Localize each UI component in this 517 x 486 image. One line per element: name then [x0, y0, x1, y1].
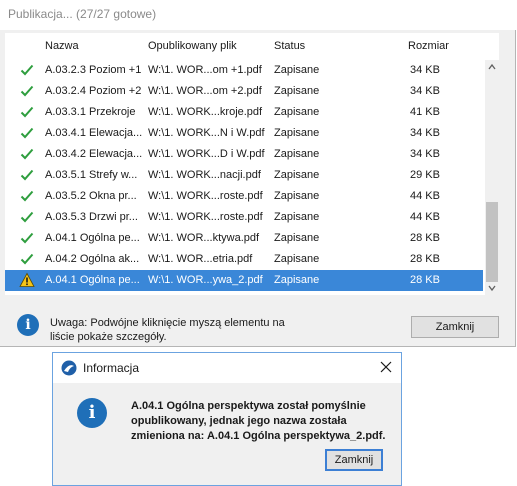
scroll-up-icon[interactable]: [485, 60, 499, 74]
cell-size: 44 KB: [410, 211, 440, 223]
cell-file: W:\1. WOR...om +1.pdf: [148, 64, 262, 76]
check-icon: [20, 127, 34, 139]
cell-status: Zapisane: [274, 106, 320, 118]
dialog-close-button[interactable]: Zamknij: [325, 449, 383, 471]
cell-status: Zapisane: [274, 211, 320, 223]
cell-file: W:\1. WOR...ktywa.pdf: [148, 232, 260, 244]
table-row[interactable]: A.03.5.2 Okna pr... W:\1. WORK...roste.pd…: [5, 186, 483, 207]
cell-file: W:\1. WOR...etria.pdf: [148, 253, 253, 265]
table-row[interactable]: A.03.2.4 Poziom +2 W:\1. WOR...om +2.pdf Z…: [5, 81, 483, 102]
check-icon: [20, 148, 34, 160]
table-row[interactable]: A.03.2.3 Poziom +1 W:\1. WOR...om +1.pdf Z…: [5, 60, 483, 81]
cell-status: Zapisane: [274, 232, 320, 244]
table-row[interactable]: A.03.3.1 Przekroje W:\1. WORK...kroje.pdf…: [5, 102, 483, 123]
cell-name: A.04.1 Ogólna pe...: [45, 274, 140, 286]
publish-window: Publikacja... (27/27 gotowe) Nazwa Opubl…: [0, 0, 516, 347]
warning-icon: [19, 272, 35, 287]
hint-text-line: Uwaga: Podwójne kliknięcie myszą element…: [50, 317, 285, 343]
table-row[interactable]: A.04.1 Ogólna pe... W:\1. WOR...ktywa.pdf…: [5, 228, 483, 249]
check-icon: [20, 232, 34, 244]
table-row[interactable]: A.03.4.1 Elewacja... W:\1. WORK...N i W.p…: [5, 123, 483, 144]
hint-text: Uwaga: Podwójne kliknięcie myszą element…: [50, 316, 305, 344]
column-header-name[interactable]: Nazwa: [45, 40, 79, 52]
dialog-message: A.04.1 Ogólna perspektywa został pomyśln…: [131, 400, 386, 442]
cell-name: A.03.4.1 Elewacja...: [45, 127, 143, 139]
column-header-file[interactable]: Opublikowany plik: [148, 40, 237, 52]
cell-name: A.03.2.3 Poziom +1: [45, 64, 142, 76]
cell-status: Zapisane: [274, 127, 320, 139]
info-dialog: Informacja i A.04.1 Ogólna perspektywa z…: [52, 352, 402, 486]
cell-file: W:\1. WOR...ywa_2.pdf: [148, 274, 263, 286]
table-row[interactable]: A.03.5.3 Drzwi pr... W:\1. WORK...roste.p…: [5, 207, 483, 228]
cell-size: 44 KB: [410, 190, 440, 202]
cell-file: W:\1. WOR...om +2.pdf: [148, 85, 262, 97]
column-header-status[interactable]: Status: [274, 40, 305, 52]
scrollbar-thumb[interactable]: [486, 202, 498, 282]
vertical-scrollbar[interactable]: [485, 60, 499, 295]
info-icon: i: [17, 314, 39, 336]
cell-file: W:\1. WORK...nacji.pdf: [148, 169, 261, 181]
cell-file: W:\1. WORK...roste.pdf: [148, 190, 263, 202]
check-icon: [20, 85, 34, 97]
table-row[interactable]: A.04.1 Ogólna pe... W:\1. WOR...ywa_2.pdf…: [5, 270, 483, 291]
cell-name: A.04.2 Ogólna ak...: [45, 253, 140, 265]
close-button[interactable]: Zamknij: [411, 316, 499, 338]
close-icon[interactable]: [378, 359, 394, 375]
cell-name: A.03.5.1 Strefy w...: [45, 169, 138, 181]
cell-file: W:\1. WORK...kroje.pdf: [148, 106, 263, 118]
table-row[interactable]: A.03.4.2 Elewacja... W:\1. WORK...D i W.p…: [5, 144, 483, 165]
list-rows: A.03.2.3 Poziom +1 W:\1. WOR...om +1.pdf Z…: [5, 60, 483, 291]
cell-size: 29 KB: [410, 169, 440, 181]
list-header: Nazwa Opublikowany plik Status Rozmiar: [5, 33, 483, 59]
cell-size: 41 KB: [410, 106, 440, 118]
cell-size: 28 KB: [410, 232, 440, 244]
check-icon: [20, 64, 34, 76]
cell-size: 34 KB: [410, 64, 440, 76]
cell-size: 34 KB: [410, 85, 440, 97]
column-header-size[interactable]: Rozmiar: [408, 40, 449, 52]
check-icon: [20, 253, 34, 265]
table-row[interactable]: A.03.5.1 Strefy w... W:\1. WORK...nacji.p…: [5, 165, 483, 186]
publish-list[interactable]: Nazwa Opublikowany plik Status Rozmiar A…: [5, 33, 499, 295]
cell-status: Zapisane: [274, 253, 320, 265]
cell-status: Zapisane: [274, 148, 320, 160]
cell-status: Zapisane: [274, 274, 320, 286]
check-icon: [20, 211, 34, 223]
cell-status: Zapisane: [274, 85, 320, 97]
check-icon: [20, 190, 34, 202]
window-title: Publikacja... (27/27 gotowe): [0, 0, 516, 30]
cell-size: 34 KB: [410, 127, 440, 139]
cell-name: A.03.2.4 Poziom +2: [45, 85, 142, 97]
cell-status: Zapisane: [274, 190, 320, 202]
cell-name: A.03.3.1 Przekroje: [45, 106, 136, 118]
cell-name: A.03.4.2 Elewacja...: [45, 148, 143, 160]
cell-file: W:\1. WORK...roste.pdf: [148, 211, 263, 223]
app-icon: [61, 360, 77, 376]
table-row[interactable]: A.04.2 Ogólna ak... W:\1. WOR...etria.pdf…: [5, 249, 483, 270]
cell-size: 28 KB: [410, 274, 440, 286]
cell-file: W:\1. WORK...N i W.pdf: [148, 127, 265, 139]
dialog-title: Informacja: [83, 361, 140, 375]
cell-status: Zapisane: [274, 64, 320, 76]
cell-name: A.03.5.2 Okna pr...: [45, 190, 137, 202]
cell-size: 34 KB: [410, 148, 440, 160]
check-icon: [20, 169, 34, 181]
cell-name: A.03.5.3 Drzwi pr...: [45, 211, 138, 223]
scroll-down-icon[interactable]: [485, 281, 499, 295]
cell-status: Zapisane: [274, 169, 320, 181]
dialog-titlebar: Informacja: [53, 353, 401, 383]
cell-file: W:\1. WORK...D i W.pdf: [148, 148, 265, 160]
check-icon: [20, 106, 34, 118]
info-icon: i: [77, 398, 107, 428]
cell-name: A.04.1 Ogólna pe...: [45, 232, 140, 244]
cell-size: 28 KB: [410, 253, 440, 265]
